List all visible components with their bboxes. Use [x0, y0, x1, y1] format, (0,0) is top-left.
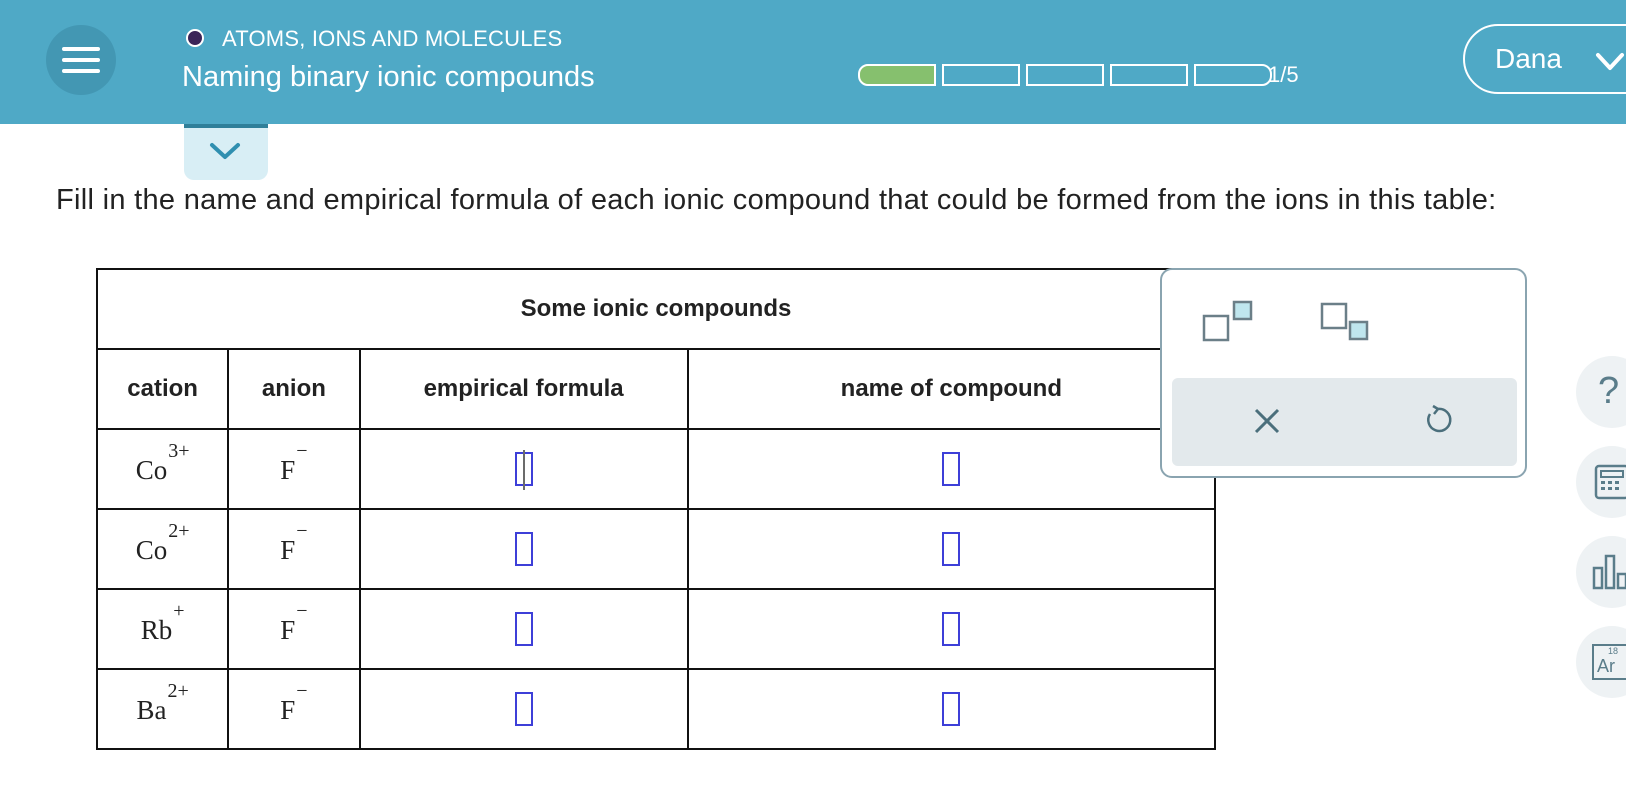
table-row: Rb+ F−: [95, 588, 1217, 670]
anion-cell: F−: [227, 428, 361, 510]
compound-name-input[interactable]: [942, 452, 961, 486]
empirical-formula-cell: [358, 508, 689, 590]
tool-actions: [1172, 378, 1517, 466]
math-tool-panel: [1160, 268, 1527, 478]
header-name-of-compound: name of compound: [686, 348, 1217, 430]
calculator-button[interactable]: [1576, 446, 1626, 518]
empirical-formula-cell: [358, 428, 689, 510]
header-empirical-formula: empirical formula: [358, 348, 689, 430]
empirical-formula-input[interactable]: [514, 612, 533, 646]
anion-cell: F−: [227, 668, 361, 750]
anion-cell: F−: [227, 508, 361, 590]
cation-cell: Co2+: [95, 508, 230, 590]
empirical-formula-input[interactable]: [514, 450, 533, 490]
menu-icon: [62, 47, 100, 51]
header-cation: cation: [95, 348, 230, 430]
menu-button[interactable]: [46, 25, 116, 95]
subscript-icon[interactable]: [1320, 302, 1376, 346]
empirical-formula-input[interactable]: [514, 532, 533, 566]
compound-name-cell: [686, 508, 1217, 590]
user-name: Dana: [1495, 43, 1562, 74]
chevron-down-icon: [1596, 53, 1624, 70]
periodic-table-button[interactable]: 18 Ar: [1576, 626, 1626, 698]
undo-icon[interactable]: [1422, 404, 1454, 436]
periodic-table-icon: 18 Ar: [1592, 644, 1626, 680]
compound-name-cell: [686, 668, 1217, 750]
table-row: Ba2+ F−: [95, 668, 1217, 750]
progress-segment: [858, 64, 936, 86]
question-mark-icon: ?: [1598, 370, 1620, 412]
bar-chart-icon: [1592, 554, 1626, 590]
topic-label: ATOMS, IONS AND MOLECULES: [222, 26, 563, 51]
cation-cell: Co3+: [95, 428, 230, 510]
chevron-down-icon: [210, 143, 240, 159]
ionic-compounds-table: Some ionic compounds cation anion empiri…: [95, 268, 1217, 750]
user-menu-button[interactable]: Dana: [1463, 24, 1626, 94]
compound-name-input[interactable]: [942, 532, 961, 566]
calculator-icon: [1594, 464, 1626, 500]
compound-name-input[interactable]: [942, 692, 961, 726]
cation-cell: Rb+: [95, 588, 230, 670]
progress-segment: [1110, 64, 1188, 86]
progress-segment: [1194, 64, 1272, 86]
progress-segment: [1026, 64, 1104, 86]
compound-name-cell: [686, 428, 1217, 510]
superscript-icon[interactable]: [1202, 300, 1258, 344]
clear-icon[interactable]: [1252, 406, 1282, 436]
compound-name-cell: [686, 588, 1217, 670]
empirical-formula-cell: [358, 668, 689, 750]
collapse-toggle-button[interactable]: [184, 124, 268, 180]
header-anion: anion: [227, 348, 361, 430]
table-row: Co3+ F−: [95, 428, 1217, 510]
question-text: Fill in the name and empirical formula o…: [56, 184, 1497, 216]
empirical-formula-cell: [358, 588, 689, 670]
topic-dot-icon: [186, 29, 204, 47]
page-title: Naming binary ionic compounds: [182, 61, 595, 93]
top-bar: ATOMS, IONS AND MOLECULES Naming binary …: [0, 0, 1626, 124]
empirical-formula-input[interactable]: [514, 692, 533, 726]
compound-name-input[interactable]: [942, 612, 961, 646]
progress-segment: [942, 64, 1020, 86]
anion-cell: F−: [227, 588, 361, 670]
data-chart-button[interactable]: [1576, 536, 1626, 608]
progress-bar: [858, 64, 1272, 86]
table-row: Co2+ F−: [95, 508, 1217, 590]
table-caption: Some ionic compounds: [96, 268, 1216, 350]
cation-cell: Ba2+: [95, 668, 230, 750]
help-button[interactable]: ?: [1576, 356, 1626, 428]
progress-text: 1/5: [1268, 62, 1299, 87]
